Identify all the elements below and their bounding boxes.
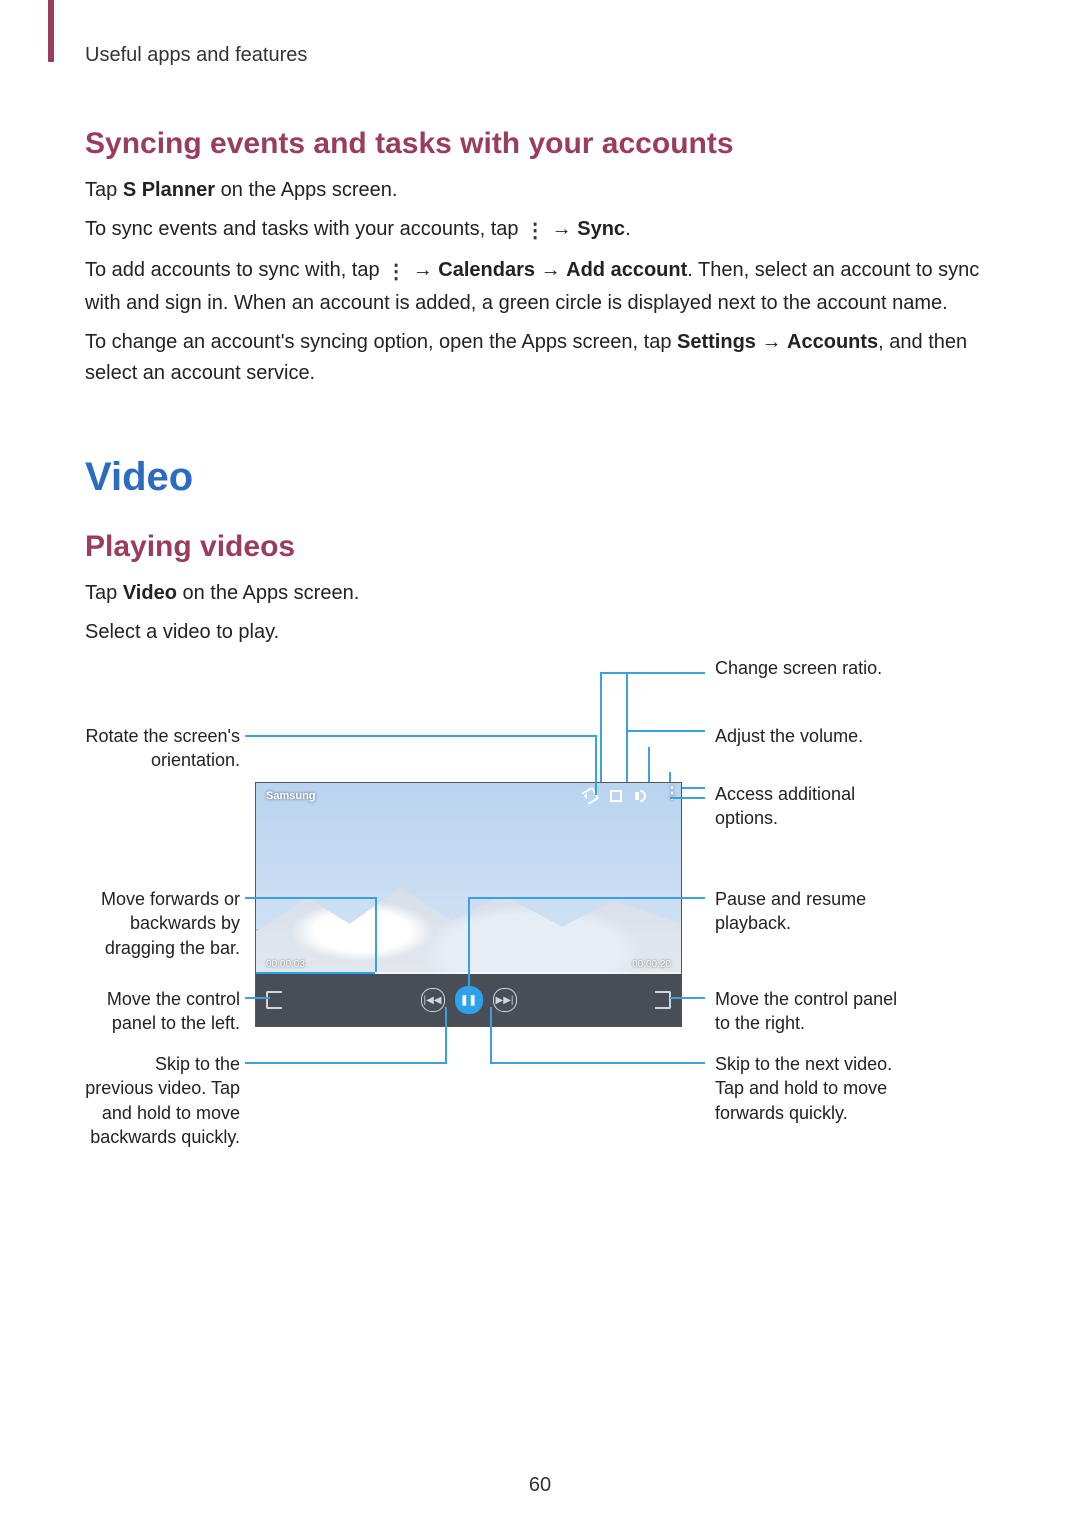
callout-panel-right: Move the control panel to the right. [715,987,905,1036]
text-bold: Accounts [787,331,878,353]
callout-rotate: Rotate the screen's orientation. [85,724,240,773]
player-video-title: Samsung [262,790,316,802]
volume-icon[interactable] [635,789,649,803]
callout-ratio: Change screen ratio. [715,656,882,680]
panel-right-icon[interactable] [655,991,671,1009]
callout-line [626,672,628,722]
text: on the Apps screen. [215,179,397,201]
text: on the Apps screen. [177,582,359,604]
panel-left-icon[interactable] [266,991,282,1009]
skip-previous-button[interactable]: |◀◀ [421,988,445,1012]
callout-line [670,997,705,999]
callout-line [600,672,705,674]
body-text: To add accounts to sync with, tap → Cale… [85,255,1010,319]
video-player-diagram: Samsung 00:00:03 00:00:20 |◀◀ ❚❚ ▶▶| [85,672,1015,1212]
elapsed-time: 00:00:03 [266,959,305,970]
more-options-icon [385,257,407,288]
callout-line [670,797,705,799]
heading-playing-videos: Playing videos [85,530,1010,564]
body-text: Tap Video on the Apps screen. [85,578,1010,609]
callout-line [468,897,683,899]
callout-seek: Move forwards or backwards by dragging t… [75,887,240,960]
body-text: Select a video to play. [85,617,1010,648]
callout-line [245,897,375,899]
callout-line [626,730,705,732]
skip-next-button[interactable]: ▶▶| [493,988,517,1012]
text-bold: Settings [677,331,756,353]
text-bold: Add account [566,259,687,281]
player-topbar: Samsung [262,789,675,803]
body-text: Tap S Planner on the Apps screen. [85,175,1010,206]
callout-line [445,1007,447,1064]
callout-options: Access additional options. [715,782,905,831]
text: → [535,259,566,281]
callout-skip-next: Skip to the next video. Tap and hold to … [715,1052,905,1125]
text-bold: Sync [577,218,625,240]
callout-volume: Adjust the volume. [715,724,863,748]
page-number: 60 [0,1474,1080,1497]
total-time: 00:00:20 [632,959,671,970]
callout-line [600,672,602,797]
text: → [546,218,577,240]
body-text: To change an account's syncing option, o… [85,327,1010,389]
text: To sync events and tasks with your accou… [85,218,524,240]
text: → [756,331,787,353]
text: To change an account's syncing option, o… [85,331,677,353]
screen-ratio-icon[interactable] [609,789,623,803]
text: To add accounts to sync with, tap [85,259,385,281]
text: Tap [85,179,123,201]
text-bold: Calendars [438,259,535,281]
text: Tap [85,582,123,604]
text: → [407,259,438,281]
callout-line [468,897,470,1005]
text-bold: Video [123,582,177,604]
callout-line [245,735,595,737]
callout-line [595,735,597,795]
player-topbar-icons [583,789,675,803]
callout-line [375,897,377,972]
chapter-tab [48,0,54,62]
callout-panel-left: Move the control panel to the left. [85,987,240,1036]
text: . [625,218,631,240]
more-options-icon [524,216,546,247]
heading-syncing: Syncing events and tasks with your accou… [85,127,1010,161]
text-bold: S Planner [123,179,215,201]
callout-line [490,1007,492,1064]
callout-line [245,1062,445,1064]
callout-line [245,997,270,999]
callout-pause: Pause and resume playback. [715,887,905,936]
more-options-icon[interactable] [661,789,675,803]
callout-line [682,897,705,899]
running-header: Useful apps and features [85,40,1010,71]
body-text: To sync events and tasks with your accou… [85,214,1010,247]
callout-skip-prev: Skip to the previous video. Tap and hold… [85,1052,240,1149]
heading-video: Video [85,455,1010,500]
callout-line [490,1062,705,1064]
